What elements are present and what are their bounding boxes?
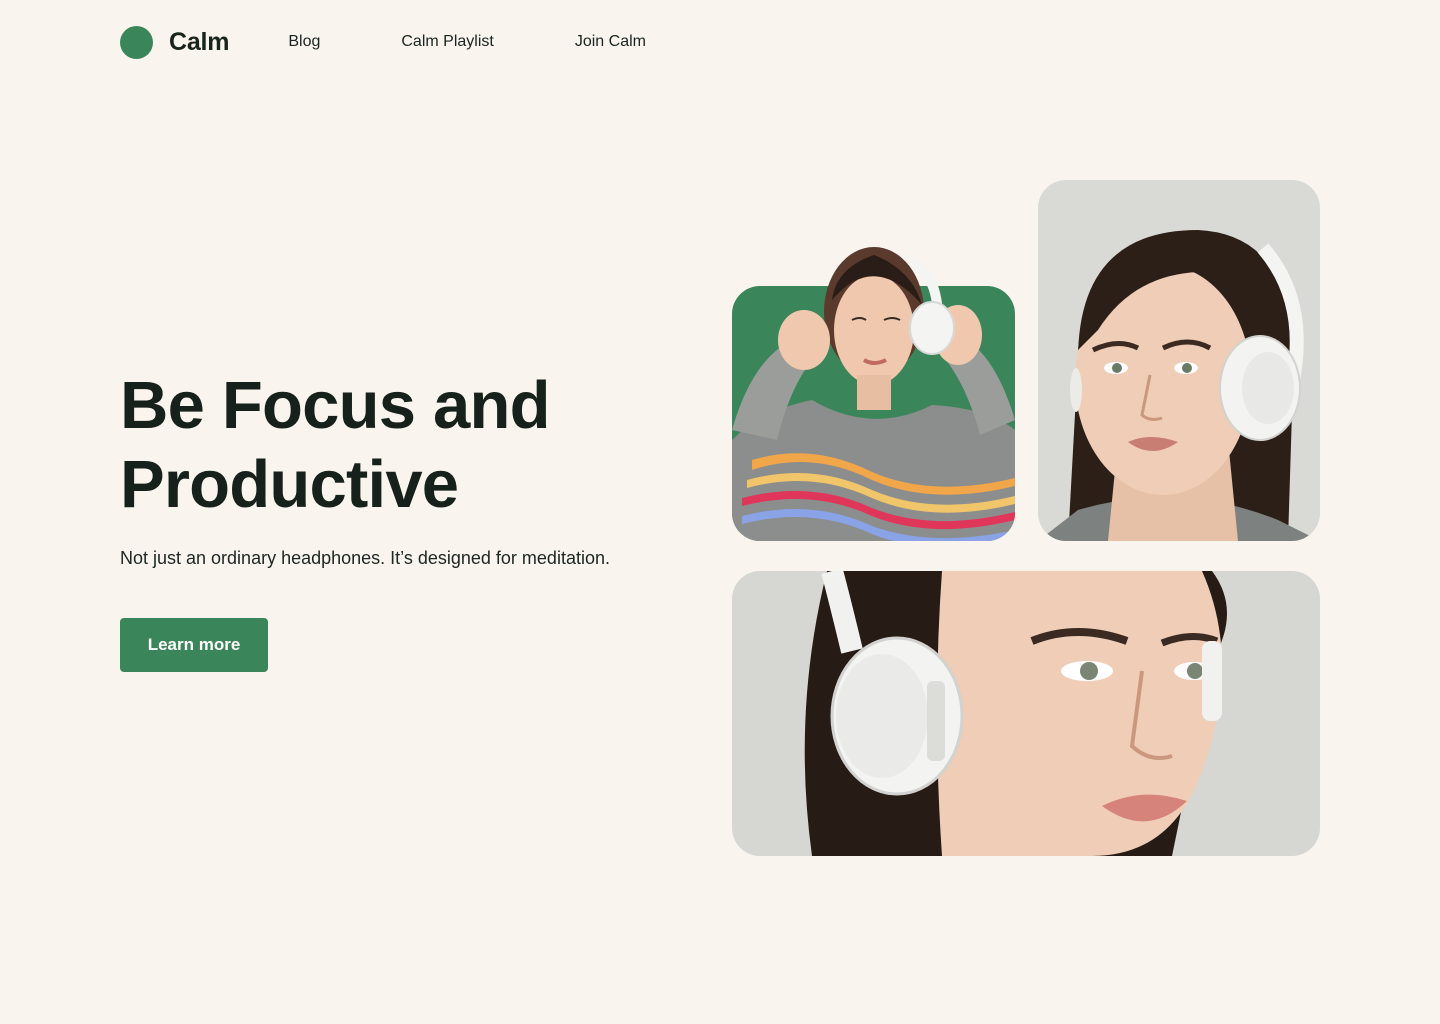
nav-link-join-calm[interactable]: Join Calm bbox=[575, 33, 646, 51]
hero-title-line-1: Be Focus and bbox=[120, 368, 551, 443]
top-nav: Calm Blog Calm Playlist Join Calm bbox=[120, 25, 646, 59]
hero-image-portrait bbox=[1038, 180, 1320, 541]
hero-image-green bbox=[732, 180, 1015, 541]
nav-links: Blog Calm Playlist Join Calm bbox=[288, 33, 646, 51]
logo-circle-icon bbox=[120, 25, 153, 59]
hero-title-line-2: Productive bbox=[120, 447, 459, 522]
brand-logo[interactable]: Calm bbox=[120, 25, 230, 59]
landing-page: Calm Blog Calm Playlist Join Calm Be Foc… bbox=[0, 0, 1440, 1024]
hero-image-closeup bbox=[732, 571, 1320, 856]
brand-name: Calm bbox=[169, 27, 230, 56]
learn-more-button[interactable]: Learn more bbox=[120, 618, 268, 672]
nav-link-blog[interactable]: Blog bbox=[288, 33, 320, 51]
hero-subtitle: Not just an ordinary headphones. It’s de… bbox=[120, 548, 610, 568]
hero-title: Be Focus and Productive bbox=[120, 366, 680, 524]
nav-link-calm-playlist[interactable]: Calm Playlist bbox=[401, 33, 493, 51]
